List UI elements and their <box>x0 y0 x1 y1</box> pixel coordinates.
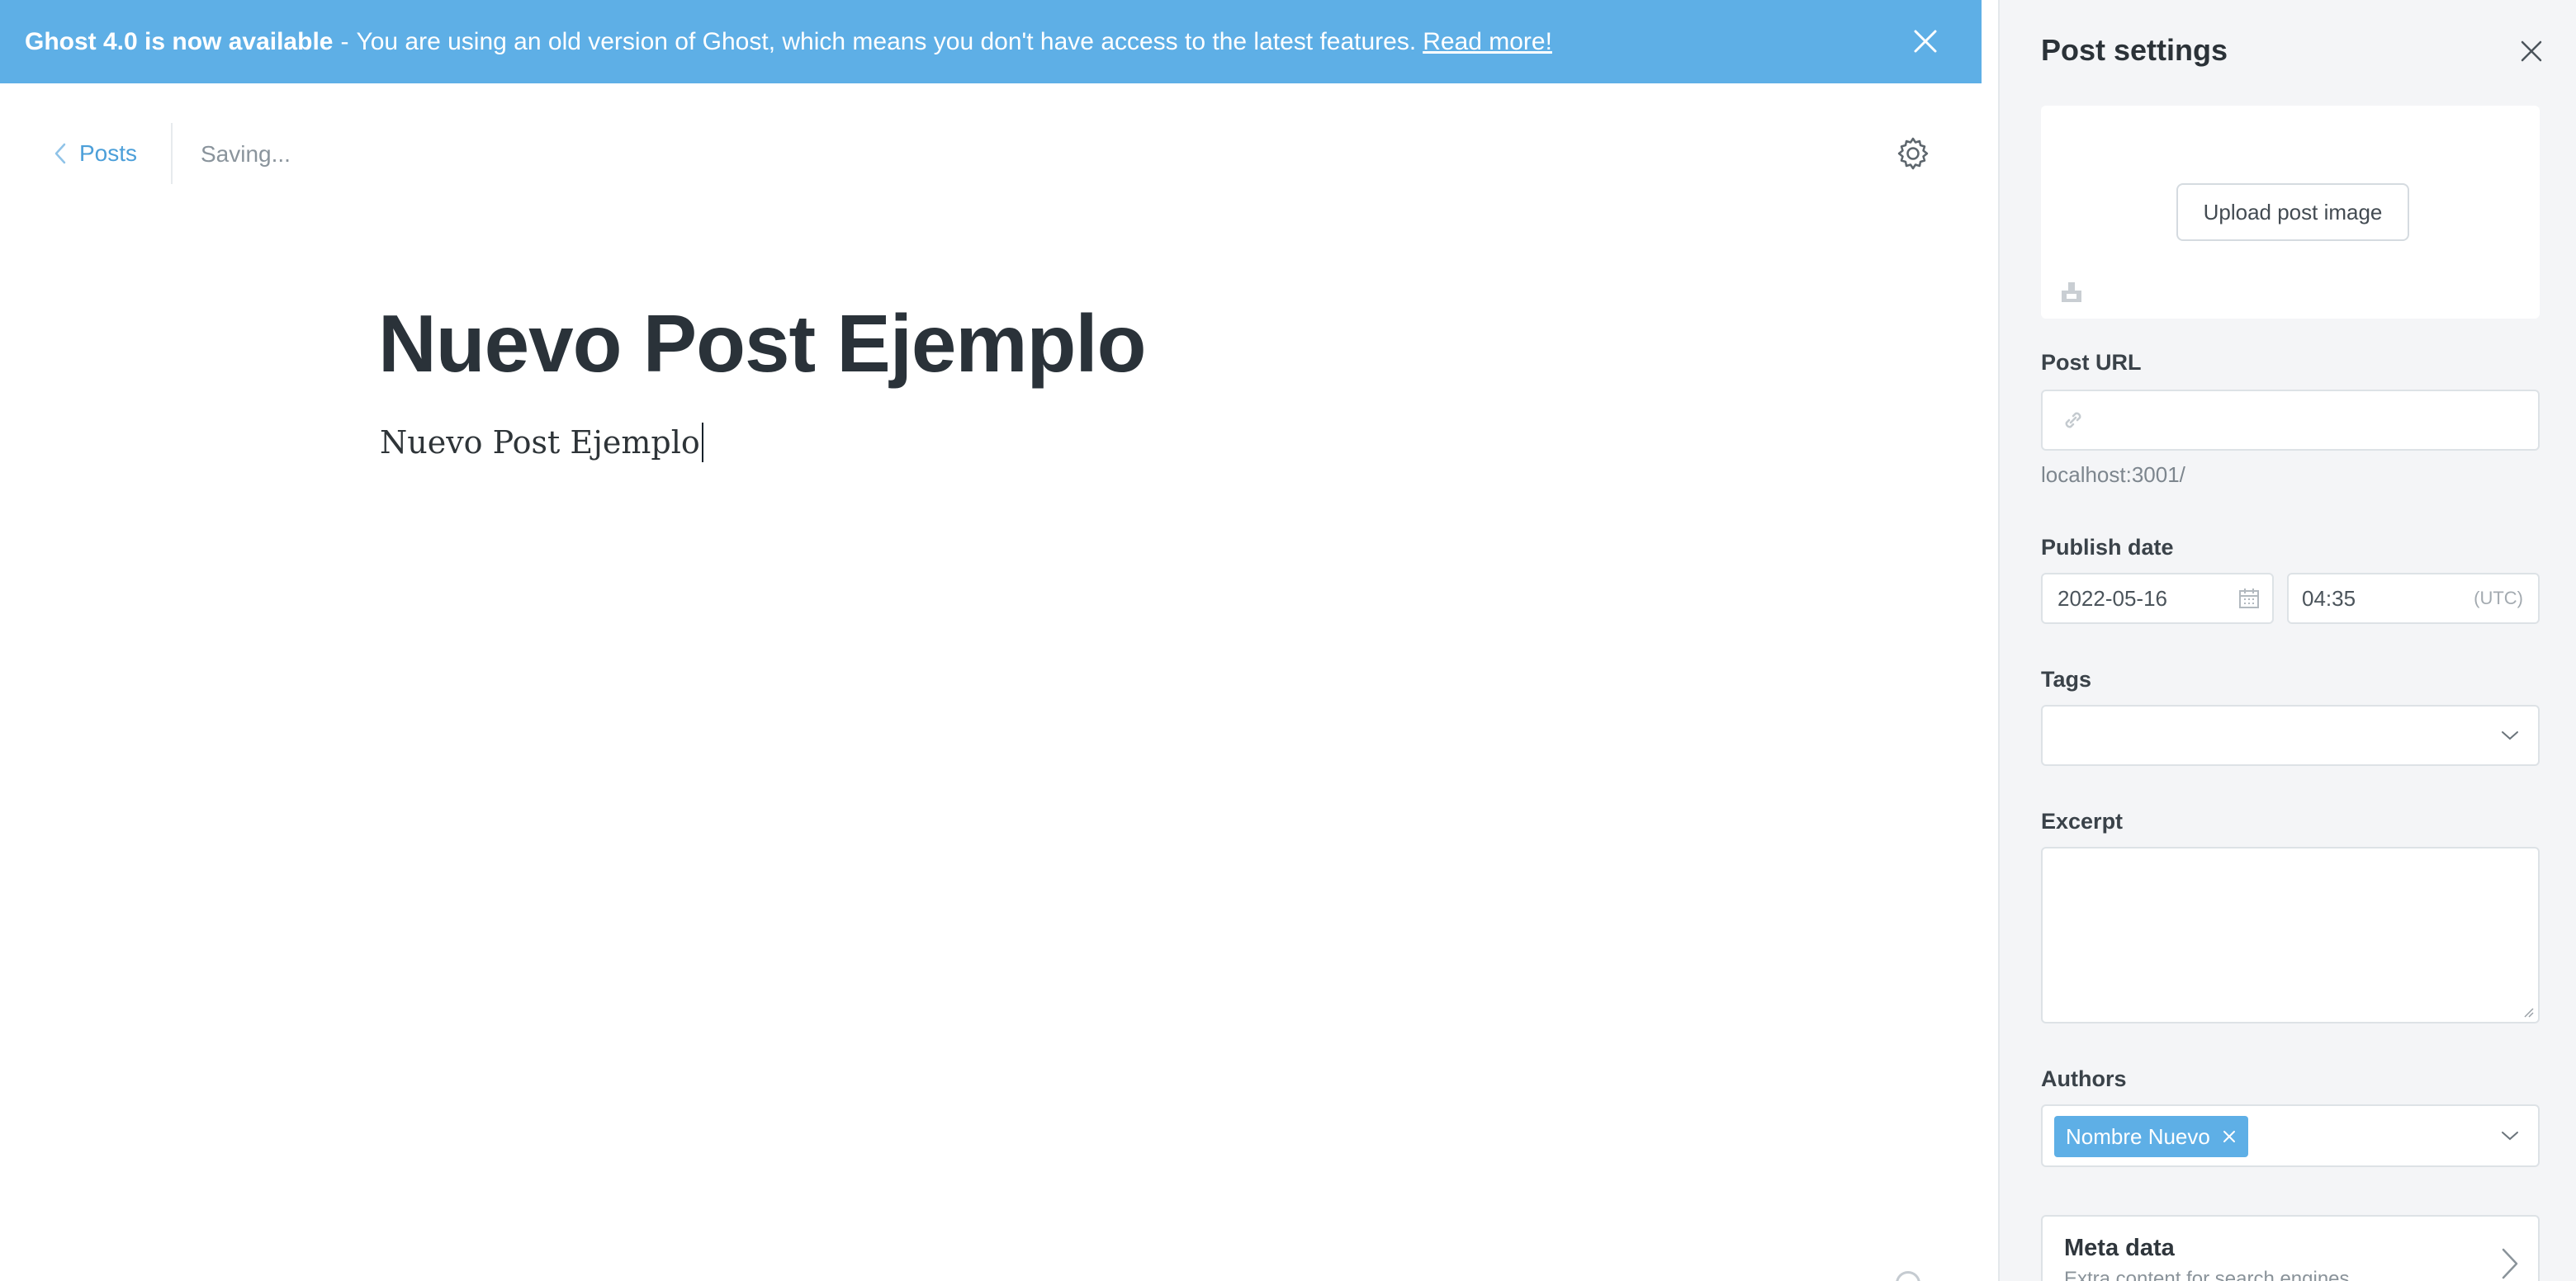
chevron-left-icon <box>54 143 66 164</box>
meta-data-title: Meta data <box>2064 1235 2175 1261</box>
remove-icon[interactable] <box>2222 1129 2237 1144</box>
editor-header: Posts Saving... <box>0 83 1982 222</box>
gear-icon[interactable] <box>1894 135 1932 173</box>
meta-data-subtitle: Extra content for search engines <box>2064 1268 2350 1281</box>
publish-time-field[interactable]: 04:35 (UTC) <box>2287 573 2540 624</box>
header-divider <box>171 123 173 184</box>
banner-headline: Ghost 4.0 is now available <box>25 27 334 55</box>
post-url-label: Post URL <box>2041 350 2142 375</box>
save-status: Saving... <box>201 141 291 167</box>
tags-select[interactable] <box>2041 705 2540 766</box>
banner-message: You are using an old version of Ghost, w… <box>356 27 1417 55</box>
authors-select[interactable]: Nombre Nuevo <box>2041 1104 2540 1167</box>
post-url-field[interactable] <box>2041 390 2540 451</box>
post-body-editor[interactable]: Nuevo Post Ejemplo <box>380 423 703 462</box>
link-icon <box>2065 412 2081 428</box>
author-tag[interactable]: Nombre Nuevo <box>2054 1116 2248 1157</box>
help-icon[interactable] <box>1896 1271 1920 1281</box>
resize-handle-icon[interactable] <box>2522 1005 2535 1019</box>
chevron-down-icon <box>2502 731 2518 740</box>
meta-data-link[interactable]: Meta data Extra content for search engin… <box>2041 1215 2540 1281</box>
chevron-right-icon <box>2502 1248 2518 1279</box>
post-image-dropzone[interactable]: Upload post image <box>2041 106 2540 319</box>
publish-time-value: 04:35 <box>2302 585 2356 611</box>
chevron-down-icon <box>2502 1132 2518 1141</box>
calendar-icon[interactable] <box>2237 587 2261 610</box>
editor-pane: Ghost 4.0 is now available - You are usi… <box>0 0 1982 1281</box>
image-upload-icon <box>2062 282 2081 302</box>
back-link-label: Posts <box>79 140 138 166</box>
authors-label: Authors <box>2041 1066 2127 1091</box>
author-tag-label: Nombre Nuevo <box>2066 1123 2210 1149</box>
close-icon[interactable] <box>2517 36 2546 66</box>
banner-separator: - <box>340 27 349 55</box>
ghost-editor-app: Ghost 4.0 is now available - You are usi… <box>0 0 2576 1281</box>
text-caret <box>701 423 703 462</box>
timezone-label: (UTC) <box>2474 588 2523 608</box>
post-title-input[interactable]: Nuevo Post Ejemplo <box>378 297 1147 390</box>
post-settings-panel: Post settings Upload post image Post URL… <box>1998 0 2576 1281</box>
tags-label: Tags <box>2041 667 2092 692</box>
publish-date-field[interactable]: 2022-05-16 <box>2041 573 2274 624</box>
close-icon[interactable] <box>1909 25 1942 58</box>
excerpt-label: Excerpt <box>2041 809 2124 834</box>
upload-post-image-button[interactable]: Upload post image <box>2176 183 2409 241</box>
back-to-posts-link[interactable]: Posts <box>53 133 137 174</box>
panel-title: Post settings <box>2041 33 2228 67</box>
update-banner: Ghost 4.0 is now available - You are usi… <box>0 0 1982 83</box>
excerpt-textarea[interactable] <box>2041 847 2540 1023</box>
publish-date-value: 2022-05-16 <box>2057 585 2167 611</box>
publish-date-label: Publish date <box>2041 535 2174 560</box>
banner-read-more-link[interactable]: Read more! <box>1423 28 1552 56</box>
post-url-hint: localhost:3001/ <box>2041 462 2185 487</box>
post-body-text: Nuevo Post Ejemplo <box>380 424 700 461</box>
